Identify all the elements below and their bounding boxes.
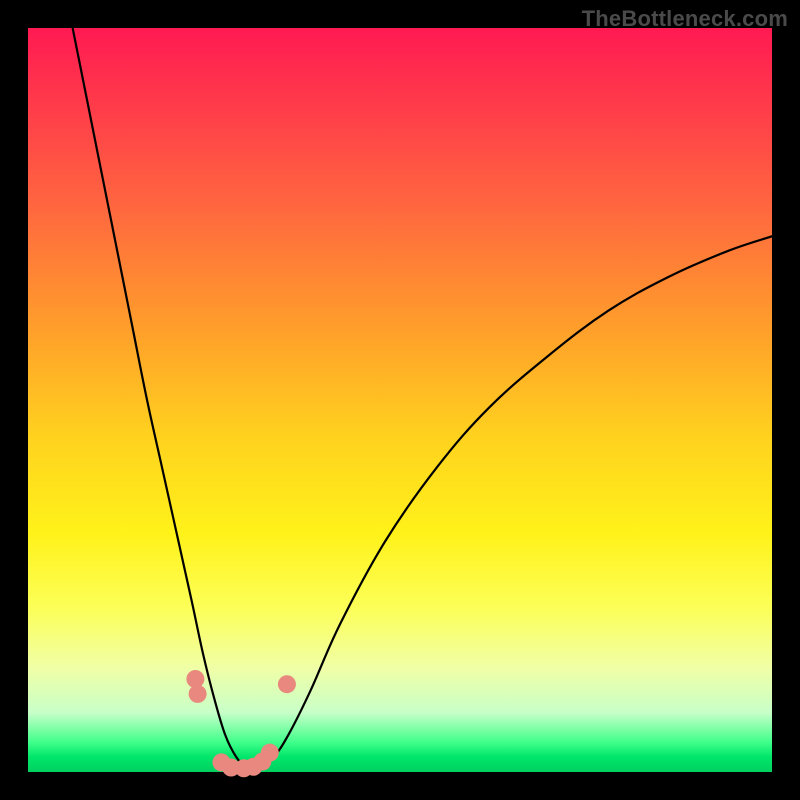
plot-area: [28, 28, 772, 772]
marker-dot: [189, 685, 207, 703]
marker-group: [186, 670, 296, 777]
marker-dot: [261, 744, 279, 762]
watermark-text: TheBottleneck.com: [582, 6, 788, 32]
chart-frame: TheBottleneck.com: [0, 0, 800, 800]
chart-svg: [28, 28, 772, 772]
bottleneck-curve: [73, 28, 772, 770]
marker-dot: [278, 675, 296, 693]
